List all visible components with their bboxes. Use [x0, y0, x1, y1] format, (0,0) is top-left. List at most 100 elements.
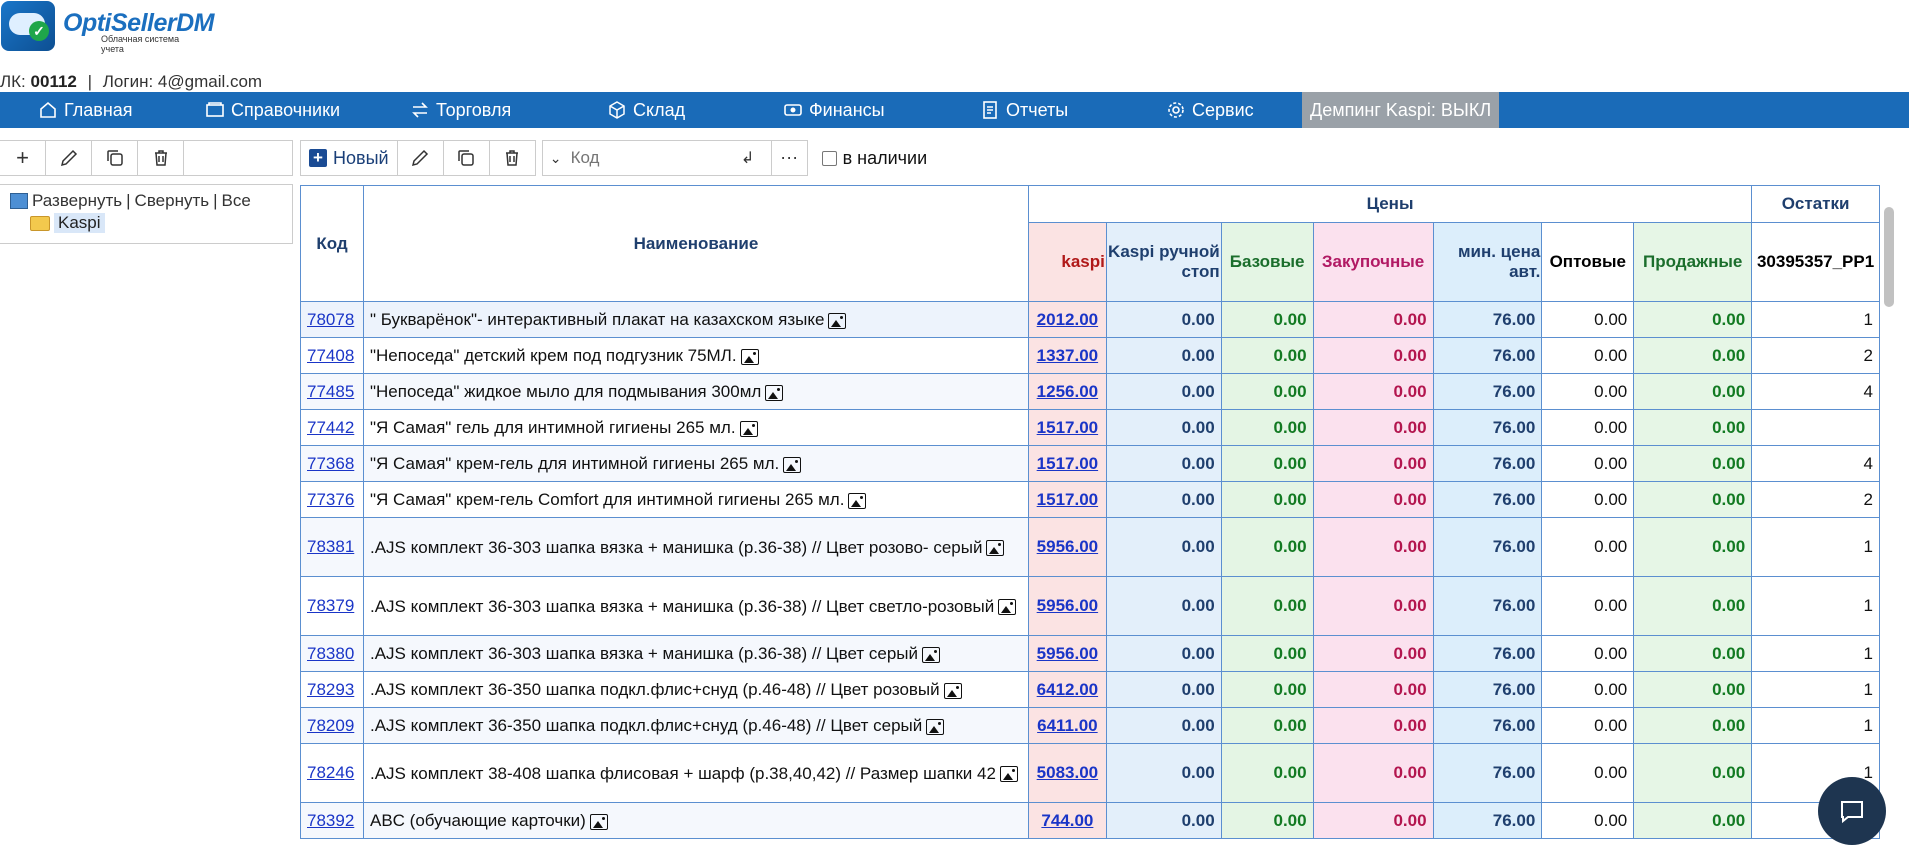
kaspi-price-link[interactable]: 6411.00 — [1037, 716, 1098, 735]
col-base[interactable]: Базовые — [1220, 222, 1314, 302]
product-code-link[interactable]: 78209 — [307, 716, 354, 735]
tree-node-kaspi[interactable]: Kaspi — [30, 213, 105, 233]
in-stock-checkbox[interactable] — [821, 150, 837, 166]
tree-expand[interactable]: Развернуть — [32, 191, 122, 211]
image-icon[interactable] — [998, 599, 1017, 616]
col-kaspi-manual[interactable]: Kaspi ручной стоп — [1105, 222, 1222, 302]
kaspi-price-link[interactable]: 5956.00 — [1037, 537, 1098, 556]
product-code-link[interactable]: 78078 — [307, 310, 354, 329]
product-code-link[interactable]: 77408 — [307, 346, 354, 365]
in-stock-filter[interactable]: в наличии — [821, 148, 927, 169]
nav-warehouse[interactable]: Склад — [607, 92, 685, 128]
image-icon[interactable] — [828, 312, 847, 329]
table-row[interactable]: 77408 "Непоседа" детский крем под подгузн… — [300, 337, 1880, 374]
product-code-link[interactable]: 77376 — [307, 490, 354, 509]
cell-name: .AJS комплект 36-303 шапка вязка + маниш… — [362, 635, 1029, 672]
nav-trade[interactable]: Торговля — [410, 92, 511, 128]
image-icon[interactable] — [943, 682, 962, 699]
col-warehouse[interactable]: 30395357_PP1 — [1751, 222, 1880, 302]
code-search-input[interactable] — [568, 147, 733, 169]
image-icon[interactable] — [783, 456, 802, 473]
table-scrollbar[interactable] — [1882, 185, 1896, 843]
table-row[interactable]: 78078 " Букварёнок"- интерактивный плакат… — [300, 301, 1880, 338]
kaspi-price-link[interactable]: 1517.00 — [1037, 418, 1098, 437]
table-row[interactable]: 77442 "Я Самая" гель для интимной гигиены… — [300, 409, 1880, 446]
chat-button[interactable] — [1818, 777, 1886, 845]
col-name[interactable]: Наименование — [362, 185, 1029, 302]
product-code-link[interactable]: 78381 — [307, 537, 354, 556]
cell-name: "Непоседа" детский крем под подгузник 75… — [362, 337, 1029, 374]
more-options-button[interactable]: ··· — [771, 140, 808, 176]
chevron-down-icon[interactable]: ⌄ — [543, 150, 569, 167]
product-code-link[interactable]: 78293 — [307, 680, 354, 699]
table-row[interactable]: 77485 "Непоседа" жидкое мыло для подмыван… — [300, 373, 1880, 410]
nav-finance[interactable]: Финансы — [783, 92, 885, 128]
dumping-status-button[interactable]: Демпинг Kaspi: ВЫКЛ — [1302, 92, 1500, 128]
table-row[interactable]: 78379 .AJS комплект 36-303 шапка вязка + … — [300, 576, 1880, 636]
image-icon[interactable] — [999, 766, 1018, 783]
image-icon[interactable] — [926, 718, 945, 735]
col-purchase[interactable]: Закупочные — [1312, 222, 1434, 302]
table-row[interactable]: 77368 "Я Самая" крем-гель для интимной ги… — [300, 445, 1880, 482]
copy-group-button[interactable] — [92, 141, 138, 175]
table-row[interactable]: 78392 ABC (обучающие карточки) 744.00 0.00 0… — [300, 802, 1880, 839]
table-row[interactable]: 77376 "Я Самая" крем-гель Comfort для инт… — [300, 481, 1880, 518]
kaspi-price-link[interactable]: 1256.00 — [1037, 382, 1098, 401]
col-wholesale[interactable]: Оптовые — [1541, 222, 1635, 302]
kaspi-price-link[interactable]: 744.00 — [1041, 811, 1093, 830]
delete-product-button[interactable] — [490, 141, 535, 175]
table-row[interactable]: 78246 .AJS комплект 38-408 шапка флисовая… — [300, 743, 1880, 803]
scrollbar-thumb[interactable] — [1884, 207, 1894, 307]
table-row[interactable]: 78293 .AJS комплект 36-350 шапка подкл.фл… — [300, 671, 1880, 708]
col-code[interactable]: Код — [300, 185, 364, 302]
col-kaspi[interactable]: kaspi — [1027, 222, 1107, 302]
product-code-link[interactable]: 78380 — [307, 644, 354, 663]
nav-service[interactable]: Сервис — [1166, 92, 1254, 128]
image-icon[interactable] — [922, 646, 940, 663]
nav-reports[interactable]: Отчеты — [980, 92, 1068, 128]
cell-base: 0.00 — [1220, 445, 1314, 482]
product-code-link[interactable]: 77442 — [307, 418, 354, 437]
enter-icon[interactable]: ↲ — [733, 148, 763, 168]
kaspi-price-link[interactable]: 1517.00 — [1037, 490, 1098, 509]
cell-base: 0.00 — [1220, 337, 1314, 374]
kaspi-price-link[interactable]: 2012.00 — [1037, 310, 1098, 329]
image-icon[interactable] — [986, 540, 1005, 557]
image-icon[interactable] — [589, 813, 608, 830]
image-icon[interactable] — [739, 420, 758, 437]
tree-all[interactable]: Все — [222, 191, 251, 211]
image-icon[interactable] — [740, 348, 759, 365]
cell-purchase: 0.00 — [1312, 635, 1434, 672]
copy-product-button[interactable] — [444, 141, 490, 175]
cell-stock: 1 — [1751, 576, 1880, 636]
brand-logo[interactable]: ✓ OptiSellerDM Облачная система учета — [0, 0, 214, 56]
kaspi-price-link[interactable]: 6412.00 — [1037, 680, 1098, 699]
product-code-link[interactable]: 77485 — [307, 382, 354, 401]
edit-product-button[interactable] — [398, 141, 444, 175]
kaspi-price-link[interactable]: 5956.00 — [1037, 644, 1098, 663]
nav-directories[interactable]: Справочники — [205, 92, 340, 128]
product-code-link[interactable]: 77368 — [307, 454, 354, 473]
image-icon[interactable] — [765, 384, 784, 401]
new-product-button[interactable]: + Новый — [301, 141, 398, 175]
cell-purchase: 0.00 — [1312, 409, 1434, 446]
table-row[interactable]: 78380 .AJS комплект 36-303 шапка вязка + … — [300, 635, 1880, 672]
image-icon[interactable] — [848, 492, 867, 509]
tree-collapse[interactable]: Свернуть — [135, 191, 210, 211]
edit-group-button[interactable] — [46, 141, 92, 175]
cell-code: 78078 — [300, 301, 364, 338]
table-row[interactable]: 78381 .AJS комплект 36-303 шапка вязка + … — [300, 517, 1880, 577]
kaspi-price-link[interactable]: 1337.00 — [1037, 346, 1098, 365]
table-row[interactable]: 78209 .AJS комплект 36-350 шапка подкл.фл… — [300, 707, 1880, 744]
kaspi-price-link[interactable]: 1517.00 — [1037, 454, 1098, 473]
col-sale[interactable]: Продажные — [1633, 222, 1753, 302]
kaspi-price-link[interactable]: 5083.00 — [1037, 763, 1098, 782]
product-code-link[interactable]: 78392 — [307, 811, 354, 830]
product-code-link[interactable]: 78379 — [307, 596, 354, 615]
kaspi-price-link[interactable]: 5956.00 — [1037, 596, 1098, 615]
add-group-button[interactable]: + — [0, 141, 46, 175]
delete-group-button[interactable] — [138, 141, 184, 175]
product-code-link[interactable]: 78246 — [307, 763, 354, 782]
col-min-price[interactable]: мин. цена авт. — [1432, 222, 1543, 302]
nav-home[interactable]: Главная — [38, 92, 133, 128]
